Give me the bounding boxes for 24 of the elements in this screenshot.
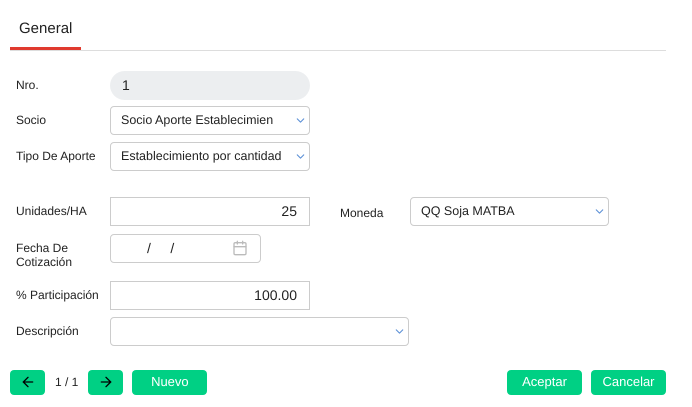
number-field[interactable]: 25 bbox=[110, 196, 310, 226]
number-field: 1 bbox=[110, 70, 310, 100]
field-label: Fecha De Cotización bbox=[15, 240, 74, 268]
select-field[interactable]: Socio Aporte Establecimien bbox=[110, 106, 310, 134]
select-value: QQ Soja MATBA bbox=[421, 202, 515, 220]
select-field[interactable]: Establecimiento por cantidad bbox=[110, 142, 310, 170]
field-label: Descripción bbox=[15, 322, 80, 338]
previous-button[interactable] bbox=[10, 370, 45, 394]
number-field[interactable]: 100.00 bbox=[110, 280, 310, 310]
next-button[interactable] bbox=[88, 370, 124, 394]
field-label: Unidades/HA bbox=[15, 202, 88, 218]
select-value: Socio Aporte Establecimien bbox=[121, 112, 274, 129]
field-label: Socio bbox=[15, 112, 48, 126]
field-label: Nro. bbox=[15, 76, 40, 92]
field-label: Tipo De Aporte bbox=[15, 148, 97, 162]
field-label: % Participación bbox=[15, 286, 100, 302]
page-counter: 1 / 1 bbox=[55, 374, 78, 391]
select-field[interactable]: QQ Soja MATBA bbox=[410, 196, 609, 226]
tab[interactable]: General bbox=[10, 18, 82, 50]
calendar-icon bbox=[232, 240, 248, 256]
select-value: Establecimiento por cantidad bbox=[121, 148, 282, 165]
field-label: Moneda bbox=[339, 204, 384, 222]
date-field[interactable]: / / bbox=[110, 234, 261, 262]
select-field[interactable] bbox=[110, 316, 409, 346]
